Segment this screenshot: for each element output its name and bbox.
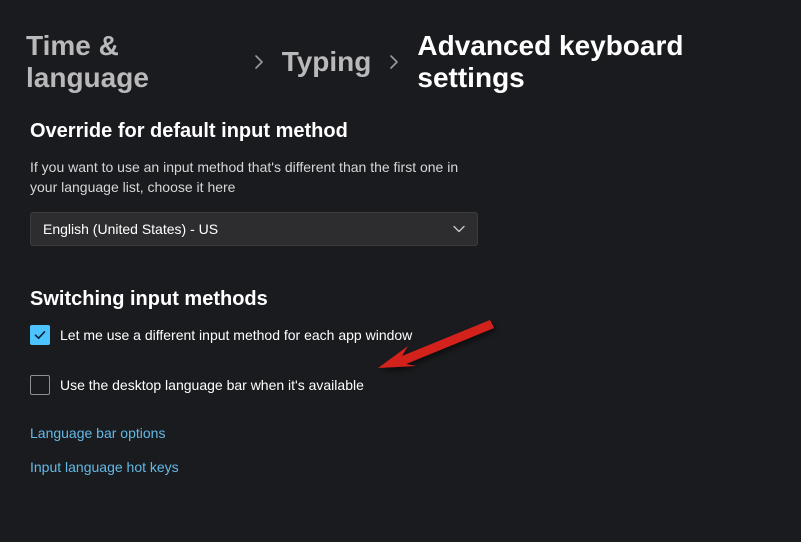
breadcrumb-parent-time-language[interactable]: Time & language (26, 30, 236, 94)
checkbox-label-language-bar: Use the desktop language bar when it's a… (60, 377, 364, 393)
page-content: Override for default input method If you… (0, 94, 801, 493)
override-description: If you want to use an input method that'… (30, 157, 470, 198)
checkbox-row-language-bar[interactable]: Use the desktop language bar when it's a… (30, 375, 771, 395)
link-input-language-hotkeys[interactable]: Input language hot keys (30, 459, 179, 475)
breadcrumb: Time & language Typing Advanced keyboard… (0, 0, 801, 94)
default-input-method-select[interactable]: English (United States) - US (30, 212, 478, 246)
checkbox-label-per-app: Let me use a different input method for … (60, 327, 412, 343)
check-icon (33, 328, 47, 342)
chevron-right-icon (254, 54, 264, 70)
section-heading-switching: Switching input methods (30, 288, 771, 311)
section-heading-override: Override for default input method (30, 120, 771, 143)
link-language-bar-options[interactable]: Language bar options (30, 425, 165, 441)
checkbox-language-bar[interactable] (30, 375, 50, 395)
checkbox-per-app-input[interactable] (30, 325, 50, 345)
chevron-down-icon (453, 225, 465, 233)
breadcrumb-parent-typing[interactable]: Typing (282, 46, 372, 78)
breadcrumb-current: Advanced keyboard settings (417, 30, 775, 94)
checkbox-row-per-app-input[interactable]: Let me use a different input method for … (30, 325, 771, 345)
chevron-right-icon (389, 54, 399, 70)
select-value: English (United States) - US (43, 221, 218, 237)
